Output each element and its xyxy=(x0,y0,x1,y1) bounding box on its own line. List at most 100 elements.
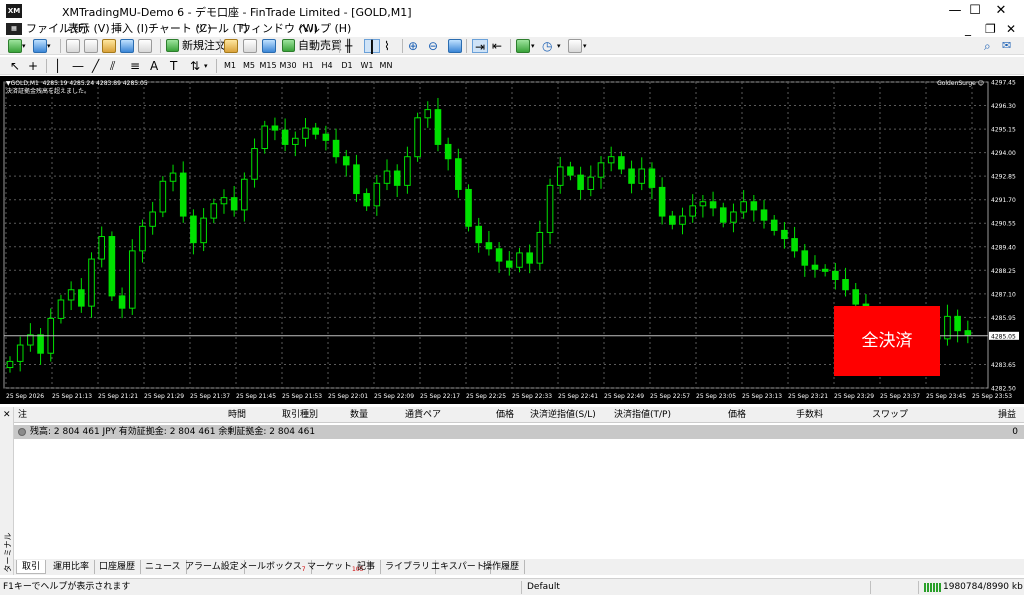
timeframe-m1[interactable]: M1 xyxy=(221,59,239,73)
equidistant-channel-icon[interactable]: ⫽ xyxy=(110,59,115,73)
auto-trading-button[interactable]: 自動売買 xyxy=(282,38,342,54)
autoscroll-icon[interactable]: ⇥ xyxy=(472,39,488,54)
trendline-icon[interactable]: ╱ xyxy=(92,59,99,73)
candle-body xyxy=(332,139,340,158)
mdi-close-button[interactable]: ✕ xyxy=(1006,22,1016,36)
candle-body xyxy=(852,289,860,305)
timeframe-h1[interactable]: H1 xyxy=(299,59,317,73)
signals-icon[interactable] xyxy=(262,39,276,53)
strategy-tester-icon[interactable] xyxy=(138,39,152,53)
candle-body xyxy=(312,127,319,135)
chart-shift-icon[interactable]: ⇤ xyxy=(492,39,502,53)
column-symbol[interactable]: 通貨ペア xyxy=(405,407,441,423)
x-tick-label: 25 Sep 23:45 xyxy=(926,393,966,400)
x-tick-label: 25 Sep 22:25 xyxy=(466,393,506,400)
chevron-down-icon[interactable]: ▾ xyxy=(22,39,26,53)
terminal-icon[interactable] xyxy=(120,39,134,53)
candle-body xyxy=(455,158,462,190)
chevron-down-icon[interactable]: ▾ xyxy=(583,39,587,53)
data-window-icon[interactable] xyxy=(84,39,98,53)
balance-summary: 残高: 2 804 461 JPY 有効証拠金: 2 804 461 余剰証拠金… xyxy=(30,427,316,437)
standard-toolbar: ▾ ▾ 新規注文 自動売買 ╫ ┃ ⌇ ⊕ ⊖ ⇥ ⇤ ▾ ◷ ▾ ▾ ⌕ ✉ xyxy=(0,37,1024,55)
indicator-label: GoldenSurge ☺ xyxy=(937,80,984,87)
timeframe-m15[interactable]: M15 xyxy=(259,59,277,73)
tab-exposure[interactable]: 運用比率 xyxy=(48,560,96,574)
bar-chart-icon[interactable]: ╫ xyxy=(345,39,352,53)
help-bubble-icon[interactable]: ✉ xyxy=(1002,39,1011,53)
menu-insert[interactable]: 挿入 (I) xyxy=(111,22,148,36)
price-chart[interactable]: 4297.45 4296.30 4295.15 4294.00 4292.85 4291.… xyxy=(0,76,1024,404)
candle-body xyxy=(587,176,595,190)
crosshair-icon[interactable]: + xyxy=(28,59,38,73)
periods-clock-icon[interactable]: ◷ xyxy=(542,39,552,53)
timeframe-m5[interactable]: M5 xyxy=(240,59,258,73)
templates-icon[interactable] xyxy=(568,39,582,53)
new-order-button[interactable]: 新規注文 xyxy=(166,38,226,54)
zoom-in-icon[interactable]: ⊕ xyxy=(408,39,418,53)
column-current-price[interactable]: 価格 xyxy=(728,407,746,423)
balance-row[interactable]: 残高: 2 804 461 JPY 有効証拠金: 2 804 461 余剰証拠金… xyxy=(14,425,1024,439)
timeframe-mn[interactable]: MN xyxy=(377,59,395,73)
column-order[interactable]: 注 xyxy=(18,407,27,423)
metaeditor-icon[interactable] xyxy=(224,39,238,53)
column-swap[interactable]: スワップ xyxy=(872,407,908,423)
candle-body xyxy=(179,172,187,217)
navigator-icon[interactable] xyxy=(102,39,116,53)
candlestick-icon[interactable]: ┃ xyxy=(364,39,380,54)
close-window-button[interactable]: ✕ xyxy=(978,0,1024,22)
menu-bar: ▦ ファイル (F) 表示 (V) 挿入 (I) チャート (C) ツール (T… xyxy=(0,22,1024,36)
timeframe-m30[interactable]: M30 xyxy=(279,59,297,73)
candle-body xyxy=(281,129,289,145)
timeframe-d1[interactable]: D1 xyxy=(338,59,356,73)
tab-account-history[interactable]: 口座履歴 xyxy=(94,560,142,574)
market-watch-icon[interactable] xyxy=(66,39,80,53)
tile-windows-icon[interactable] xyxy=(448,39,462,53)
column-type[interactable]: 取引種別 xyxy=(282,407,318,423)
mql5-market-icon[interactable] xyxy=(243,39,257,53)
chevron-down-icon[interactable]: ▾ xyxy=(47,39,51,53)
menu-help[interactable]: ヘルプ (H) xyxy=(298,22,351,36)
chart-window-icon[interactable]: ▦ xyxy=(6,23,22,35)
column-take-profit[interactable]: 決済指値(T/P) xyxy=(614,407,671,423)
indicators-icon[interactable] xyxy=(516,39,530,53)
fibonacci-icon[interactable]: ≡ xyxy=(130,59,140,73)
menu-view[interactable]: 表示 (V) xyxy=(68,22,110,36)
timeframe-h4[interactable]: H4 xyxy=(318,59,336,73)
profiles-icon[interactable] xyxy=(33,39,47,53)
column-time[interactable]: 時間 xyxy=(228,407,246,423)
arrows-icon[interactable]: ⇅ xyxy=(190,59,200,73)
candle-body xyxy=(577,174,584,190)
timeframe-w1[interactable]: W1 xyxy=(358,59,376,73)
profile-name[interactable]: Default xyxy=(527,579,560,596)
tab-journal[interactable]: 操作履歴 xyxy=(478,560,526,574)
chevron-down-icon[interactable]: ▾ xyxy=(557,39,561,53)
mdi-minimize-button[interactable]: _ xyxy=(965,22,971,36)
cursor-icon[interactable]: ↖ xyxy=(10,59,20,73)
close-icon[interactable]: ✕ xyxy=(3,410,11,420)
vertical-line-icon[interactable]: │ xyxy=(54,59,61,73)
chevron-down-icon[interactable]: ▾ xyxy=(531,39,535,53)
chevron-down-icon[interactable]: ▾ xyxy=(204,59,208,73)
column-commission[interactable]: 手数料 xyxy=(796,407,823,423)
y-tick-label: 4288.25 xyxy=(991,268,1016,275)
mdi-restore-button[interactable]: ❐ xyxy=(985,22,996,36)
close-all-button[interactable]: 全決済 xyxy=(834,306,940,376)
horizontal-line-icon[interactable]: — xyxy=(72,59,84,73)
tab-trade[interactable]: 取引 xyxy=(16,560,47,574)
line-chart-icon[interactable]: ⌇ xyxy=(384,39,390,53)
zoom-out-icon[interactable]: ⊖ xyxy=(428,39,438,53)
candle-body xyxy=(27,334,34,346)
tab-articles[interactable]: 記事 xyxy=(352,560,382,574)
search-icon[interactable]: ⌕ xyxy=(984,39,991,53)
column-price[interactable]: 価格 xyxy=(496,407,514,423)
column-profit[interactable]: 損益 xyxy=(998,407,1016,423)
column-volume[interactable]: 数量 xyxy=(350,407,368,423)
x-tick-label: 25 Sep 23:21 xyxy=(788,393,828,400)
tab-mailbox[interactable]: メールボックス7 xyxy=(234,560,312,574)
text-icon[interactable]: A xyxy=(150,59,158,73)
terminal-panel: ✕ ターミナル 注 時間 取引種別 数量 通貨ペア 価格 決済逆指値(S/L) … xyxy=(0,407,1024,575)
new-chart-icon[interactable] xyxy=(8,39,22,53)
text-label-icon[interactable]: T xyxy=(170,59,177,73)
column-stop-loss[interactable]: 決済逆指値(S/L) xyxy=(530,407,596,423)
candle-body xyxy=(393,170,401,186)
